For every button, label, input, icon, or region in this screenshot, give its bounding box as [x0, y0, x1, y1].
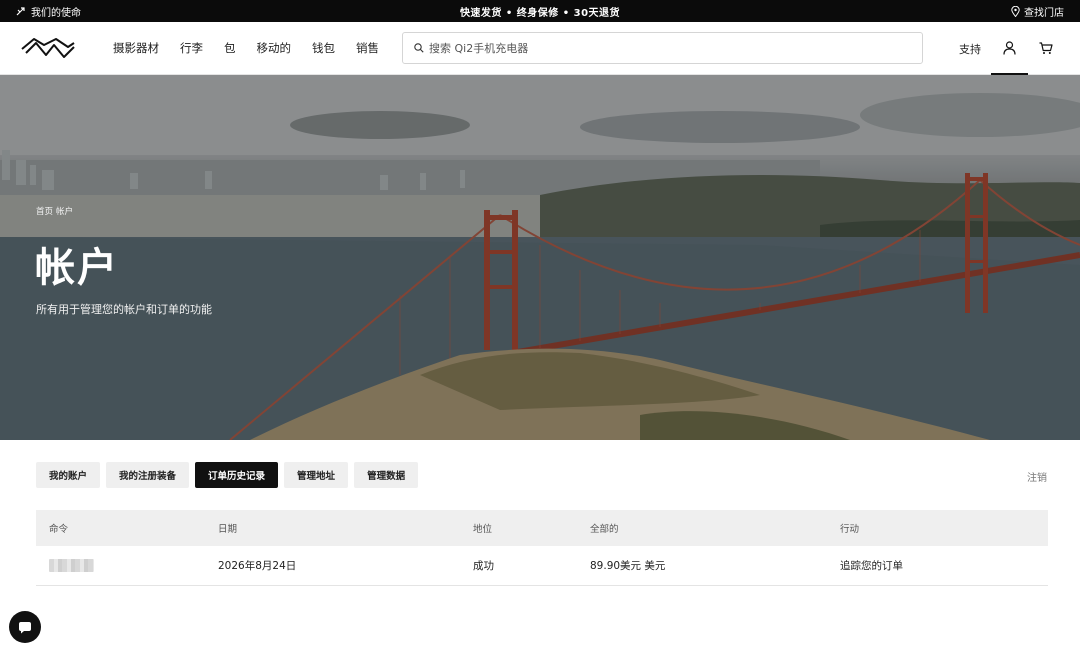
location-pin-icon [1011, 5, 1020, 17]
search-icon [414, 43, 424, 53]
account-tabs: 我的账户 我的注册装备 订单历史记录 管理地址 管理数据 [36, 462, 419, 488]
mission-label: 我们的使命 [31, 7, 81, 19]
tab-manage-data[interactable]: 管理数据 [354, 462, 419, 488]
order-date: 2026年8月24日 [218, 560, 297, 572]
nav-sale[interactable]: 销售 [356, 40, 379, 56]
column-status: 地位 [473, 524, 493, 535]
support-link[interactable]: 支持 [959, 41, 981, 57]
user-icon [1003, 40, 1016, 55]
breadcrumb-home[interactable]: 首页 [36, 205, 53, 217]
store-label: 查找门店 [1024, 7, 1064, 19]
search-input[interactable] [429, 41, 912, 55]
promo-text: 快速发货 • 终身保修 • 30天退货 [459, 7, 621, 19]
tab-my-account[interactable]: 我的账户 [36, 462, 101, 488]
cart-button[interactable] [1036, 22, 1056, 75]
hero-overlay [0, 75, 1080, 440]
order-status: 成功 [473, 560, 494, 572]
logout-link[interactable]: 注销 [1027, 469, 1047, 484]
tab-registered-gear[interactable]: 我的注册装备 [106, 462, 190, 488]
store-locator-link[interactable]: 查找门店 [1011, 4, 1064, 19]
column-total: 全部的 [590, 524, 619, 535]
tab-manage-addresses[interactable]: 管理地址 [284, 462, 349, 488]
account-button[interactable] [991, 22, 1028, 75]
orders-table: 命令 日期 地位 全部的 行动 2026年8月24日 成功 89.90美元 美元… [36, 510, 1048, 586]
cart-icon [1039, 42, 1053, 54]
logo-icon [21, 38, 75, 58]
order-total: 89.90美元 美元 [590, 560, 666, 572]
nav-photography[interactable]: 摄影器材 [113, 40, 159, 56]
track-order-link[interactable]: 追踪您的订单 [840, 558, 903, 573]
page-title: 帐户 [35, 245, 119, 291]
mission-icon [16, 7, 25, 16]
chat-icon [19, 621, 31, 633]
chat-button[interactable] [9, 611, 41, 643]
nav-bags[interactable]: 包 [224, 40, 236, 56]
nav-wallets[interactable]: 钱包 [312, 40, 335, 56]
nav-mobile[interactable]: 移动的 [257, 40, 292, 56]
order-number-redacted[interactable] [49, 559, 94, 572]
announcement-bar: 我们的使命 快速发货 • 终身保修 • 30天退货 查找门店 [0, 0, 1080, 22]
column-date: 日期 [218, 524, 238, 535]
search-box[interactable] [402, 32, 923, 64]
column-order: 命令 [49, 524, 69, 535]
site-header: 摄影器材 行李 包 移动的 钱包 销售 支持 [0, 22, 1080, 75]
mission-link[interactable]: 我们的使命 [16, 4, 81, 19]
page-subtitle: 所有用于管理您的帐户和订单的功能 [36, 303, 212, 316]
breadcrumb-account[interactable]: 帐户 [56, 205, 73, 217]
column-action: 行动 [840, 524, 860, 535]
nav-luggage[interactable]: 行李 [180, 40, 203, 56]
main-nav: 摄影器材 行李 包 移动的 钱包 销售 [113, 40, 400, 56]
table-row: 2026年8月24日 成功 89.90美元 美元 追踪您的订单 [36, 546, 1048, 586]
tab-order-history[interactable]: 订单历史记录 [195, 462, 279, 488]
table-header: 命令 日期 地位 全部的 行动 [36, 510, 1048, 546]
brand-logo[interactable] [20, 37, 76, 59]
hero-banner: 首页 帐户 帐户 所有用于管理您的帐户和订单的功能 [0, 75, 1080, 440]
breadcrumb: 首页 帐户 [36, 205, 73, 217]
